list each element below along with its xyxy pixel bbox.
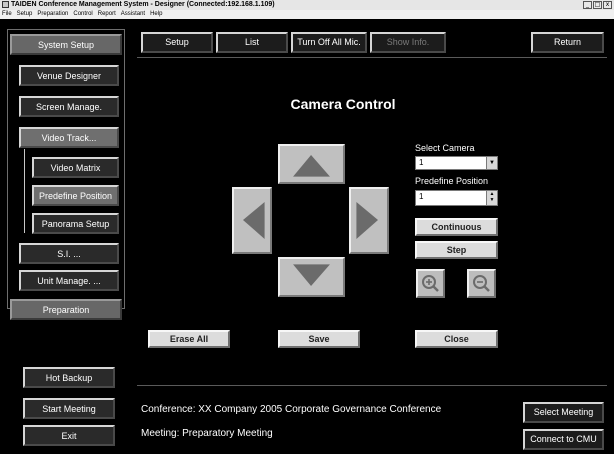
chevron-down-icon[interactable]: ▼ (486, 157, 497, 169)
turn-off-all-mic-button[interactable]: Turn Off All Mic. (291, 32, 367, 53)
pan-up-button[interactable] (278, 144, 345, 184)
page-title: Camera Control (290, 96, 396, 112)
spinner-arrows-icon[interactable]: ▲ ▼ (486, 191, 497, 205)
exit-button[interactable]: Exit (23, 425, 115, 446)
menu-assistant[interactable]: Assistant (121, 10, 145, 19)
show-info-button[interactable]: Show Info. (370, 32, 446, 53)
select-camera-value: 1 (419, 158, 424, 167)
menu-help[interactable]: Help (150, 10, 162, 19)
list-button[interactable]: List (216, 32, 288, 53)
arrow-down-icon (293, 264, 330, 286)
app-icon (2, 1, 9, 8)
footer-divider (137, 385, 607, 386)
menu-bar: File Setup Preparation Control Report As… (0, 10, 614, 19)
si-button[interactable]: S.I. ... (19, 243, 119, 264)
menu-control[interactable]: Control (73, 10, 92, 19)
menu-preparation[interactable]: Preparation (37, 10, 68, 19)
toolbar-divider (137, 57, 607, 58)
predefine-position-value: 1 (419, 192, 424, 201)
close-window-button[interactable]: x (603, 1, 612, 9)
meeting-info: Meeting: Preparatory Meeting (141, 428, 273, 439)
connect-to-cmu-button[interactable]: Connect to CMU (523, 429, 604, 450)
select-camera-dropdown[interactable]: 1 ▼ (415, 156, 498, 170)
app-area: System Setup Venue Designer Screen Manag… (0, 19, 614, 454)
predefine-position-stepper[interactable]: 1 ▲ ▼ (415, 190, 498, 206)
return-button[interactable]: Return (531, 32, 604, 53)
screen-manage-button[interactable]: Screen Manage. (19, 96, 119, 117)
arrow-up-icon (293, 155, 330, 177)
video-matrix-button[interactable]: Video Matrix (32, 157, 119, 178)
pan-down-button[interactable] (278, 257, 345, 297)
predefine-position-label: Predefine Position (415, 176, 489, 186)
window-title: TAIDEN Conference Management System - De… (11, 1, 275, 8)
menu-file[interactable]: File (2, 10, 12, 19)
hot-backup-button[interactable]: Hot Backup (23, 367, 115, 388)
select-meeting-button[interactable]: Select Meeting (523, 402, 604, 423)
tree-connector (24, 149, 25, 233)
predefine-position-button[interactable]: Predefine Position (32, 185, 119, 206)
pan-left-button[interactable] (232, 187, 272, 254)
venue-designer-button[interactable]: Venue Designer (19, 65, 119, 86)
arrow-left-icon (243, 202, 265, 239)
preparation-button[interactable]: Preparation (10, 299, 122, 320)
setup-button[interactable]: Setup (141, 32, 213, 53)
erase-all-button[interactable]: Erase All (148, 330, 230, 348)
system-setup-button[interactable]: System Setup (10, 34, 122, 55)
select-camera-label: Select Camera (415, 143, 475, 153)
minimize-button[interactable]: _ (583, 1, 592, 9)
pan-right-button[interactable] (349, 187, 389, 254)
continuous-button[interactable]: Continuous (415, 218, 498, 236)
start-meeting-button[interactable]: Start Meeting (23, 398, 115, 419)
save-button[interactable]: Save (278, 330, 360, 348)
panorama-setup-button[interactable]: Panorama Setup (32, 213, 119, 234)
menu-report[interactable]: Report (98, 10, 116, 19)
menu-setup[interactable]: Setup (17, 10, 33, 19)
close-button[interactable]: Close (415, 330, 498, 348)
step-button[interactable]: Step (415, 241, 498, 259)
window-controls: _ □ x (583, 1, 612, 9)
zoom-out-icon (473, 275, 490, 292)
unit-manage-button[interactable]: Unit Manage. ... (19, 270, 119, 291)
title-bar: TAIDEN Conference Management System - De… (0, 0, 614, 10)
zoom-in-button[interactable] (416, 269, 445, 298)
conference-info: Conference: XX Company 2005 Corporate Go… (141, 404, 442, 415)
zoom-in-icon (422, 275, 439, 292)
maximize-button[interactable]: □ (593, 1, 602, 9)
arrow-right-icon (356, 202, 378, 239)
video-track-button[interactable]: Video Track... (19, 127, 119, 148)
zoom-out-button[interactable] (467, 269, 496, 298)
